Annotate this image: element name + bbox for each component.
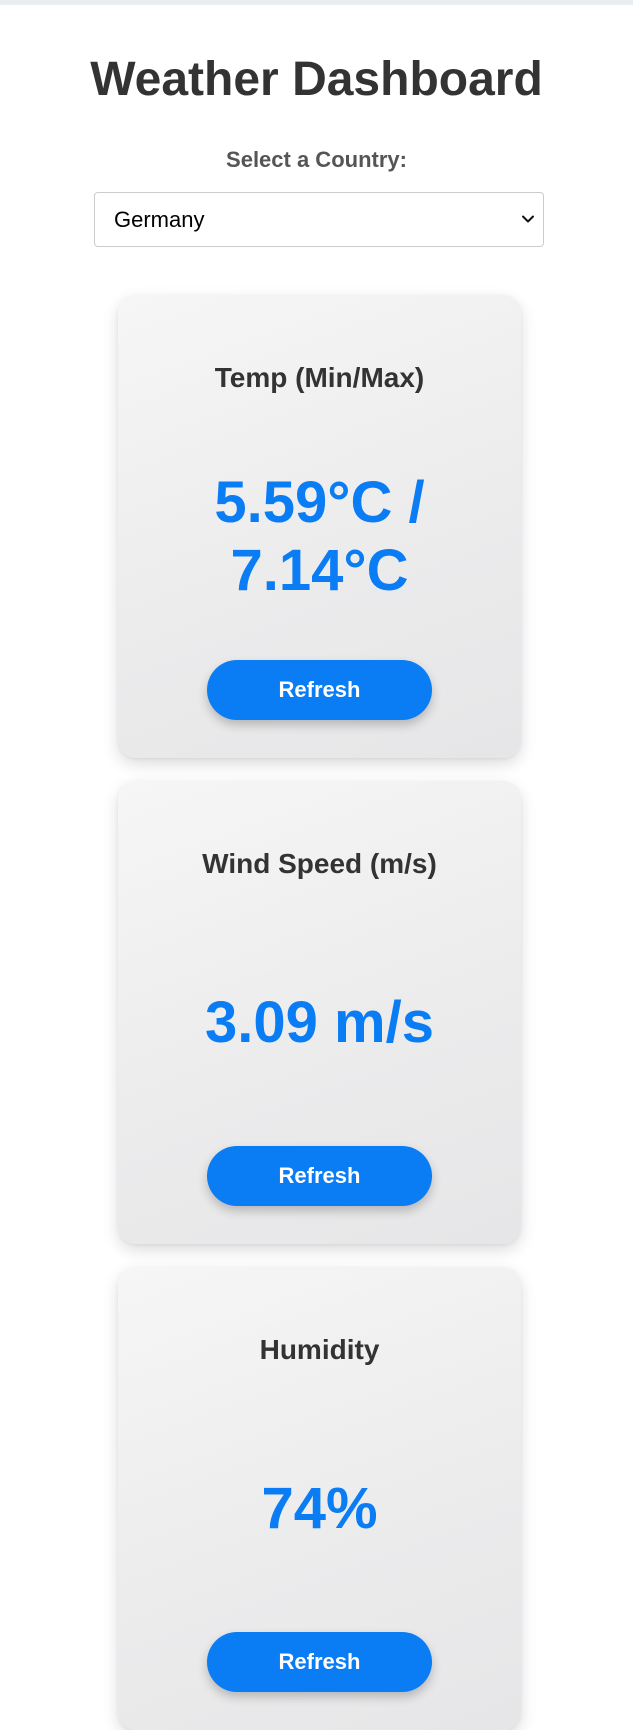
wind-speed-card: Wind Speed (m/s) 3.09 m/s Refresh xyxy=(118,781,521,1244)
refresh-button[interactable]: Refresh xyxy=(207,1632,432,1692)
card-title: Humidity xyxy=(259,1334,380,1365)
country-select-value: Germany xyxy=(114,207,205,232)
card-value: 74% xyxy=(261,1476,378,1541)
page-title: Weather Dashboard xyxy=(90,53,543,106)
country-select[interactable]: Germany xyxy=(94,192,544,247)
chevron-down-icon xyxy=(522,215,534,223)
refresh-button[interactable]: Refresh xyxy=(207,1146,432,1206)
temperature-card: Temp (Min/Max) 5.59°C / 7.14°C Refresh xyxy=(118,295,521,758)
card-value: 3.09 m/s xyxy=(205,990,434,1055)
card-title: Temp (Min/Max) xyxy=(214,362,425,393)
card-title: Wind Speed (m/s) xyxy=(202,848,437,879)
humidity-card: Humidity 74% Refresh xyxy=(118,1267,521,1730)
card-value: 5.59°C / 7.14°C xyxy=(214,470,425,603)
top-edge-bar xyxy=(0,0,633,5)
country-select-label: Select a Country: xyxy=(226,147,407,172)
refresh-button[interactable]: Refresh xyxy=(207,660,432,720)
